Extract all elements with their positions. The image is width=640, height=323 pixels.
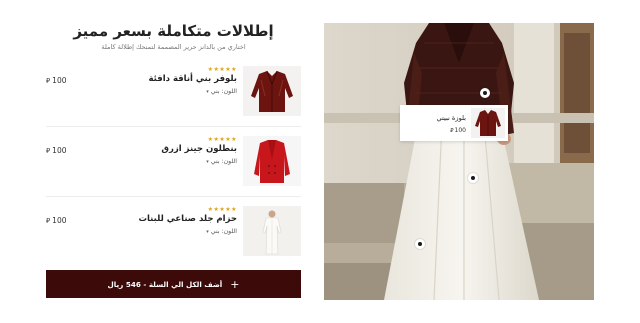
section-subtitle: اختاري من بالدانز حرير المصممة لتمنحك إط… (101, 43, 246, 51)
product-thumbnail[interactable] (243, 206, 301, 256)
hotspot-belt[interactable] (415, 239, 425, 249)
riyal-icon: ⃁ (450, 128, 454, 134)
chevron-down-icon: ▾ (206, 159, 209, 165)
hotspot-product-popup[interactable]: بلوزة نبيتي ⃁100 (400, 105, 508, 141)
plus-icon: + (230, 277, 240, 291)
rating-stars: ★★★★★ (207, 136, 237, 143)
product-name[interactable]: بنطلون جينز ازرق (161, 144, 237, 154)
price-value: 100 (52, 146, 67, 155)
add-all-to-cart-button[interactable]: + أضف الكل الي السلة - 546 ريال (46, 270, 301, 298)
section-title: إطلالات متكاملة بسعر مميز (73, 22, 274, 40)
popup-product-name: بلوزة نبيتي (436, 114, 466, 122)
product-price: ⃁ 100 (46, 146, 67, 155)
color-label: اللون: بني (210, 228, 237, 235)
color-selector[interactable]: اللون: بني▾ (206, 88, 237, 95)
rating-stars: ★★★★★ (207, 66, 237, 73)
divider (46, 196, 301, 197)
popup-product-price: ⃁100 (450, 126, 466, 134)
add-all-label: أضف الكل الي السلة - 546 ريال (107, 279, 223, 289)
color-selector[interactable]: اللون: بني▾ (206, 158, 237, 165)
jacket-image (243, 66, 301, 116)
product-price: ⃁ 100 (46, 76, 67, 85)
riyal-icon: ⃁ (46, 147, 51, 155)
product-name[interactable]: حزام جلد صناعي للبنات (138, 214, 237, 224)
hotspot-skirt[interactable] (468, 173, 478, 183)
popup-price-value: 100 (454, 127, 466, 134)
model-photo (324, 23, 594, 300)
price-value: 100 (52, 76, 67, 85)
rating-stars: ★★★★★ (207, 206, 237, 213)
popup-thumbnail (471, 108, 505, 138)
lookbook-photo: بلوزة نبيتي ⃁100 (324, 23, 594, 300)
price-value: 100 (52, 216, 67, 225)
riyal-icon: ⃁ (46, 217, 51, 225)
color-label: اللون: بني (210, 88, 237, 95)
product-item-blazer[interactable]: ★★★★★ بنطلون جينز ازرق اللون: بني▾ ⃁ 100 (46, 128, 301, 194)
riyal-icon: ⃁ (46, 77, 51, 85)
chevron-down-icon: ▾ (206, 229, 209, 235)
color-label: اللون: بني (210, 158, 237, 165)
product-item-jacket[interactable]: ★★★★★ بلوفر بني أناقة دافئة اللون: بني▾ … (46, 58, 301, 124)
product-thumbnail[interactable] (243, 66, 301, 116)
outfit-image (243, 206, 301, 256)
product-item-belt[interactable]: ★★★★★ حزام جلد صناعي للبنات اللون: بني▾ … (46, 198, 301, 264)
hotspot-jacket[interactable] (480, 88, 490, 98)
color-selector[interactable]: اللون: بني▾ (206, 228, 237, 235)
product-thumbnail[interactable] (243, 136, 301, 186)
blouse-image (471, 108, 505, 138)
product-name[interactable]: بلوفر بني أناقة دافئة (149, 74, 237, 84)
product-price: ⃁ 100 (46, 216, 67, 225)
chevron-down-icon: ▾ (206, 89, 209, 95)
divider (46, 126, 301, 127)
blazer-image (243, 136, 301, 186)
